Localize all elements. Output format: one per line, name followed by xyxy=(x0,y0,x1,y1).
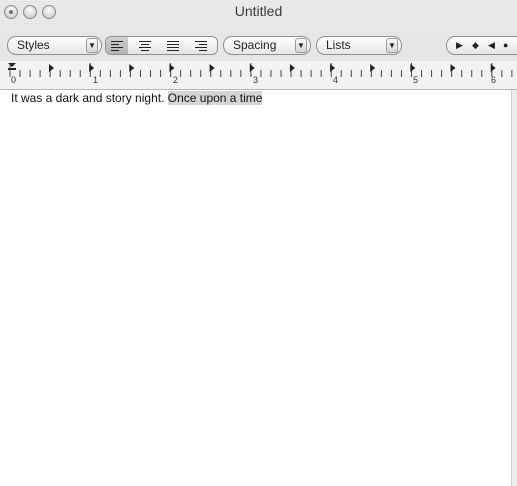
vertical-scrollbar[interactable] xyxy=(511,90,517,486)
align-center-icon xyxy=(139,41,151,51)
spacing-popup[interactable]: Spacing ▼ xyxy=(223,36,311,55)
lists-dropdown-arrow-icon: ▼ xyxy=(386,38,398,53)
text-editor-window: Untitled Styles ▼ Spacing ▼ Lists ▼ ▶ ◆ … xyxy=(0,0,517,486)
ruler-mark-4: 4 xyxy=(333,75,339,85)
ruler-mark-0: 0 xyxy=(11,75,17,85)
center-tab-icon[interactable]: ◆ xyxy=(472,40,479,51)
align-right-button[interactable] xyxy=(190,37,212,54)
decimal-tab-icon[interactable]: ● xyxy=(503,40,508,50)
format-toolbar: Styles ▼ Spacing ▼ Lists ▼ ▶ ◆ ◀ ● xyxy=(0,31,517,61)
window-title: Untitled xyxy=(234,3,283,19)
selected-text: Once upon a time xyxy=(167,91,263,105)
document-text: It was a dark and story night. xyxy=(11,91,168,105)
align-left-button[interactable] xyxy=(106,37,128,54)
ruler-mark-2: 2 xyxy=(173,75,179,85)
tab-stops-control: ▶ ◆ ◀ ● xyxy=(446,36,517,55)
align-left-icon xyxy=(111,41,123,51)
ruler-ticks xyxy=(8,63,513,77)
justify-button[interactable] xyxy=(162,37,184,54)
spacing-dropdown-arrow-icon: ▼ xyxy=(295,38,307,53)
document-text-area[interactable]: It was a dark and story night. Once upon… xyxy=(0,90,511,486)
styles-dropdown-arrow-icon: ▼ xyxy=(86,38,98,53)
styles-popup[interactable]: Styles ▼ xyxy=(7,36,102,55)
align-center-button[interactable] xyxy=(134,37,156,54)
ruler-mark-3: 3 xyxy=(253,75,259,85)
styles-popup-label: Styles xyxy=(17,38,50,52)
right-tab-icon[interactable]: ◀ xyxy=(488,40,495,51)
lists-popup-label: Lists xyxy=(326,38,351,52)
left-tab-icon[interactable]: ▶ xyxy=(456,40,463,51)
align-right-icon xyxy=(195,41,207,51)
justify-icon xyxy=(167,41,179,51)
title-bar[interactable]: Untitled xyxy=(0,0,517,31)
ruler[interactable]: 0 1 2 3 4 5 6 xyxy=(0,61,517,90)
ruler-mark-1: 1 xyxy=(93,75,99,85)
lists-popup[interactable]: Lists ▼ xyxy=(316,36,402,55)
ruler-mark-5: 5 xyxy=(413,75,419,85)
document-line: It was a dark and story night. Once upon… xyxy=(11,91,263,105)
alignment-segmented-control xyxy=(105,36,218,55)
spacing-popup-label: Spacing xyxy=(233,38,277,52)
ruler-mark-6: 6 xyxy=(491,75,497,85)
